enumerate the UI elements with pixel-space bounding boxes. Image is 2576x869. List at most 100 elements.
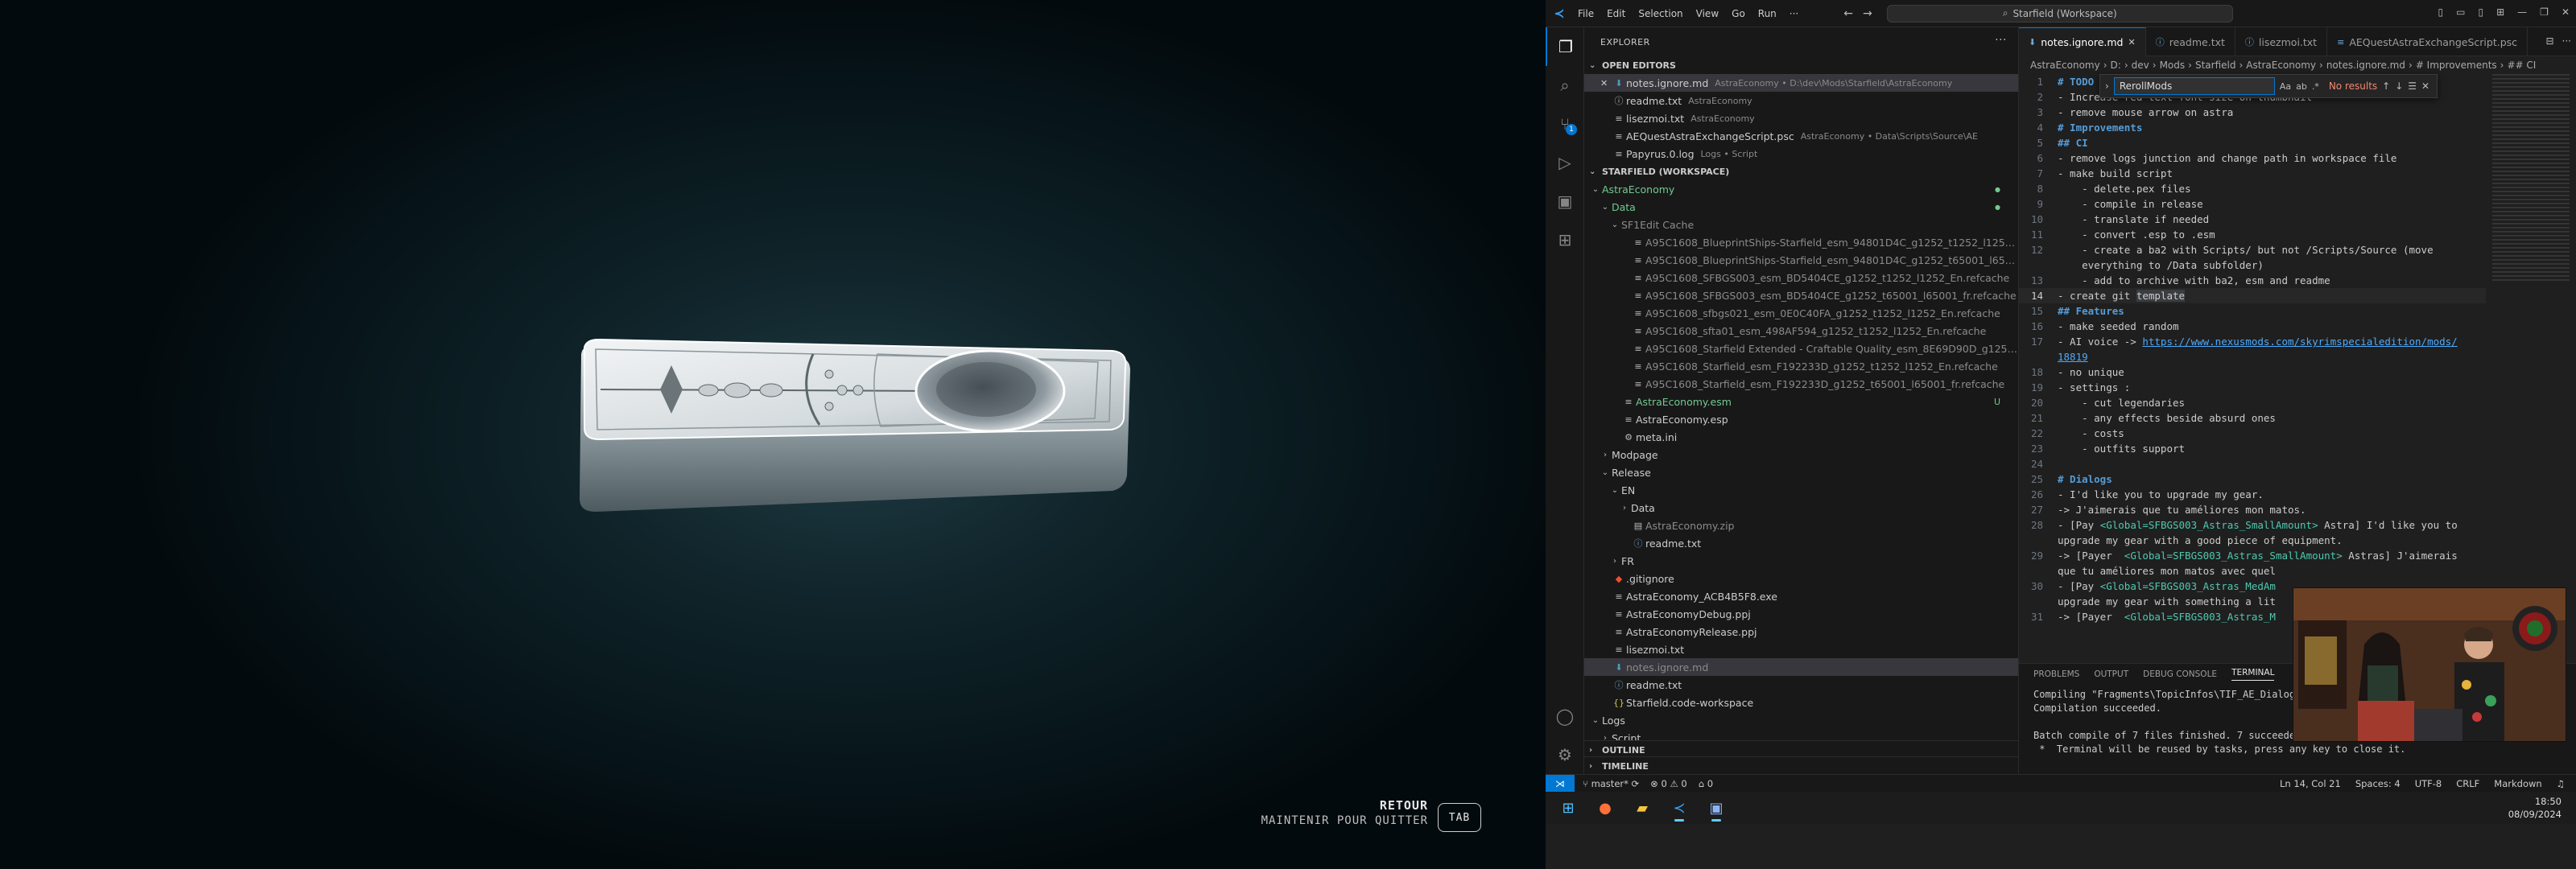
tree-item[interactable]: ≡ A95C1608_sfbgs021_esm_0E0C40FA_g1252_t1… — [1584, 304, 2018, 322]
tree-folder[interactable]: ⌄ SF1Edit Cache — [1584, 216, 2018, 233]
explorer-icon[interactable]: ❐ — [1546, 27, 1584, 66]
tab-aequestastraexchangescript-psc[interactable]: ≡ AEQuestAstraExchangeScript.psc — [2327, 27, 2529, 56]
minimap[interactable] — [2492, 74, 2570, 283]
open-editor-item[interactable]: ≡ lisezmoi.txt AstraEconomy — [1584, 109, 2018, 127]
tree-item[interactable]: ≡ A95C1608_BlueprintShips-Starfield_esm_9… — [1584, 251, 2018, 269]
tab-key-badge[interactable]: TAB — [1438, 803, 1481, 832]
tab-readme-txt[interactable]: ⓘ readme.txt — [2146, 27, 2235, 56]
menu-item[interactable]: File — [1573, 6, 1599, 22]
workspace-section[interactable]: ⌄ STARFIELD (WORKSPACE) — [1584, 163, 2018, 180]
back-arrow-icon[interactable]: ← — [1843, 7, 1853, 20]
notifications-bell-icon[interactable]: ♫ — [2557, 778, 2565, 789]
language-mode[interactable]: Markdown — [2494, 778, 2541, 789]
file-explorer-icon[interactable]: ▰ — [1626, 793, 1658, 822]
more-actions-icon[interactable]: ··· — [1995, 34, 2007, 47]
previous-match-icon[interactable]: ↑ — [2382, 80, 2390, 92]
find-input[interactable]: RerollMods — [2113, 77, 2275, 95]
end-of-line[interactable]: CRLF — [2456, 778, 2479, 789]
layout-custom-icon[interactable]: ⊞ — [2496, 6, 2504, 18]
code-editor[interactable]: 1# TODO2- Increase red text font size on… — [2019, 74, 2486, 661]
account-icon[interactable]: ◯ — [1546, 697, 1584, 735]
breadcrumb-item[interactable]: Mods — [2160, 60, 2186, 71]
breadcrumb-item[interactable]: Starfield — [2195, 60, 2236, 71]
tree-item[interactable]: ≡ A95C1608_Starfield Extended - Craftable… — [1584, 340, 2018, 357]
maximize-button[interactable]: ❐ — [2540, 6, 2549, 18]
menu-item[interactable]: Run — [1753, 6, 1781, 22]
run-debug-icon[interactable]: ▷ — [1546, 143, 1584, 182]
breadcrumb-item[interactable]: notes.ignore.md — [2326, 60, 2405, 71]
whole-word-toggle[interactable]: ab — [2296, 81, 2307, 92]
close-window-button[interactable]: ✕ — [2562, 6, 2570, 18]
tree-item[interactable]: ≡ A95C1608_Starfield_esm_F192233D_g1252_t… — [1584, 375, 2018, 393]
command-center[interactable]: ⌕ Starfield (Workspace) — [1886, 4, 2233, 23]
tree-item[interactable]: ⬇ notes.ignore.md — [1584, 658, 2018, 676]
firefox-icon[interactable]: ● — [1589, 793, 1621, 822]
tree-item[interactable]: ▤ AstraEconomy.zip — [1584, 517, 2018, 534]
panel-tab-output[interactable]: OUTPUT — [2094, 669, 2128, 679]
tree-item[interactable]: ≡ AstraEconomy_ACB4B5F8.exe — [1584, 587, 2018, 605]
indentation[interactable]: Spaces: 4 — [2355, 778, 2401, 789]
encoding[interactable]: UTF-8 — [2415, 778, 2442, 789]
windows-start-icon[interactable]: ⊞ — [1552, 793, 1584, 822]
breadcrumb-item[interactable]: D: — [2111, 60, 2121, 71]
panel-tab-terminal[interactable]: TERMINAL — [2231, 668, 2275, 681]
open-editor-item[interactable]: ≡ AEQuestAstraExchangeScript.psc AstraEcon… — [1584, 127, 2018, 145]
breadcrumb-item[interactable]: AstraEconomy — [2030, 60, 2100, 71]
layout-sidebar-icon[interactable]: ▯ — [2438, 6, 2444, 18]
terminal-taskbar-icon[interactable]: ▣ — [1700, 793, 1732, 822]
regex-toggle[interactable]: .* — [2312, 81, 2319, 92]
tree-item[interactable]: ⓘ readme.txt — [1584, 534, 2018, 552]
git-branch[interactable]: ⑂ master* ⟳ — [1583, 778, 1639, 789]
close-find-icon[interactable]: ✕ — [2421, 80, 2429, 92]
close-icon[interactable]: ✕ — [2128, 37, 2135, 47]
settings-gear-icon[interactable]: ⚙ — [1546, 735, 1584, 774]
remote-indicator-icon[interactable]: ⋊ — [1546, 774, 1575, 793]
tree-item[interactable]: ≡ A95C1608_Starfield_esm_F192233D_g1252_t… — [1584, 357, 2018, 375]
next-match-icon[interactable]: ↓ — [2395, 80, 2403, 92]
breadcrumb-item[interactable]: dev — [2132, 60, 2149, 71]
open-editors-section[interactable]: ⌄ OPEN EDITORS — [1584, 56, 2018, 74]
menu-item[interactable]: View — [1691, 6, 1724, 22]
url-link[interactable]: https://www.nexusmods.com/skyrimspeciale… — [2142, 336, 2457, 348]
cursor-position[interactable]: Ln 14, Col 21 — [2280, 778, 2341, 789]
tree-item[interactable]: ≡ A95C1608_SFBGS003_esm_BD5404CE_g1252_t1… — [1584, 269, 2018, 286]
url-link[interactable]: 18819 — [2058, 351, 2088, 363]
minimize-button[interactable]: — — [2517, 6, 2527, 18]
tree-item[interactable]: ≡ A95C1608_sfta01_esm_498AF594_g1252_t125… — [1584, 322, 2018, 340]
close-icon[interactable]: ✕ — [1600, 78, 1608, 89]
match-case-toggle[interactable]: Aa — [2280, 81, 2291, 92]
timeline-section[interactable]: › TIMELINE — [1584, 756, 2018, 774]
tree-folder[interactable]: › Modpage — [1584, 446, 2018, 463]
tree-item[interactable]: ⚙ meta.ini — [1584, 428, 2018, 446]
breadcrumb-item[interactable]: ## CI — [2507, 60, 2536, 71]
panel-tab-debug-console[interactable]: DEBUG CONSOLE — [2143, 669, 2217, 679]
tab-lisezmoi-txt[interactable]: ⓘ lisezmoi.txt — [2235, 27, 2328, 56]
tree-item[interactable]: ≡ AstraEconomy.esp — [1584, 410, 2018, 428]
source-control-icon[interactable]: ⑂ 1 — [1546, 105, 1584, 143]
menu-item[interactable]: Edit — [1602, 6, 1630, 22]
tree-folder[interactable]: › Data — [1584, 499, 2018, 517]
tree-item[interactable]: ≡ A95C1608_SFBGS003_esm_BD5404CE_g1252_t6… — [1584, 286, 2018, 304]
more-actions-icon[interactable]: ··· — [2562, 35, 2571, 47]
tree-item[interactable]: ⓘ readme.txt — [1584, 676, 2018, 694]
open-editor-item[interactable]: ✕ ⬇ notes.ignore.md AstraEconomy • D:\dev\M… — [1584, 74, 2018, 92]
layout-panel-icon[interactable]: ▭ — [2456, 6, 2465, 18]
tree-item[interactable]: ≡ AstraEconomyDebug.ppj — [1584, 605, 2018, 623]
search-view-icon[interactable]: ⌕ — [1546, 66, 1584, 105]
ports-indicator[interactable]: ⌂ 0 — [1699, 778, 1713, 789]
find-in-selection-icon[interactable]: ☰ — [2408, 80, 2417, 92]
menu-item[interactable]: ··· — [1785, 6, 1803, 22]
forward-arrow-icon[interactable]: → — [1863, 7, 1872, 20]
open-editor-item[interactable]: ≡ Papyrus.0.log Logs • Script — [1584, 145, 2018, 163]
tree-folder[interactable]: ⌄ AstraEconomy ● — [1584, 180, 2018, 198]
layout-secondary-icon[interactable]: ▯ — [2479, 6, 2484, 18]
toggle-replace-icon[interactable]: › — [2105, 80, 2109, 92]
panel-tab-problems[interactable]: PROBLEMS — [2033, 669, 2079, 679]
tree-item[interactable]: ≡ AstraEconomy.esm U — [1584, 393, 2018, 410]
menu-item[interactable]: Go — [1727, 6, 1750, 22]
tree-item[interactable]: ≡ AstraEconomyRelease.ppj — [1584, 623, 2018, 640]
split-editor-icon[interactable]: ⊟ — [2545, 35, 2553, 47]
tree-folder[interactable]: › FR — [1584, 552, 2018, 570]
return-hint[interactable]: RETOUR MAINTENIR POUR QUITTER TAB — [1261, 798, 1481, 832]
system-clock[interactable]: 18:50 08/09/2024 — [2508, 795, 2562, 821]
